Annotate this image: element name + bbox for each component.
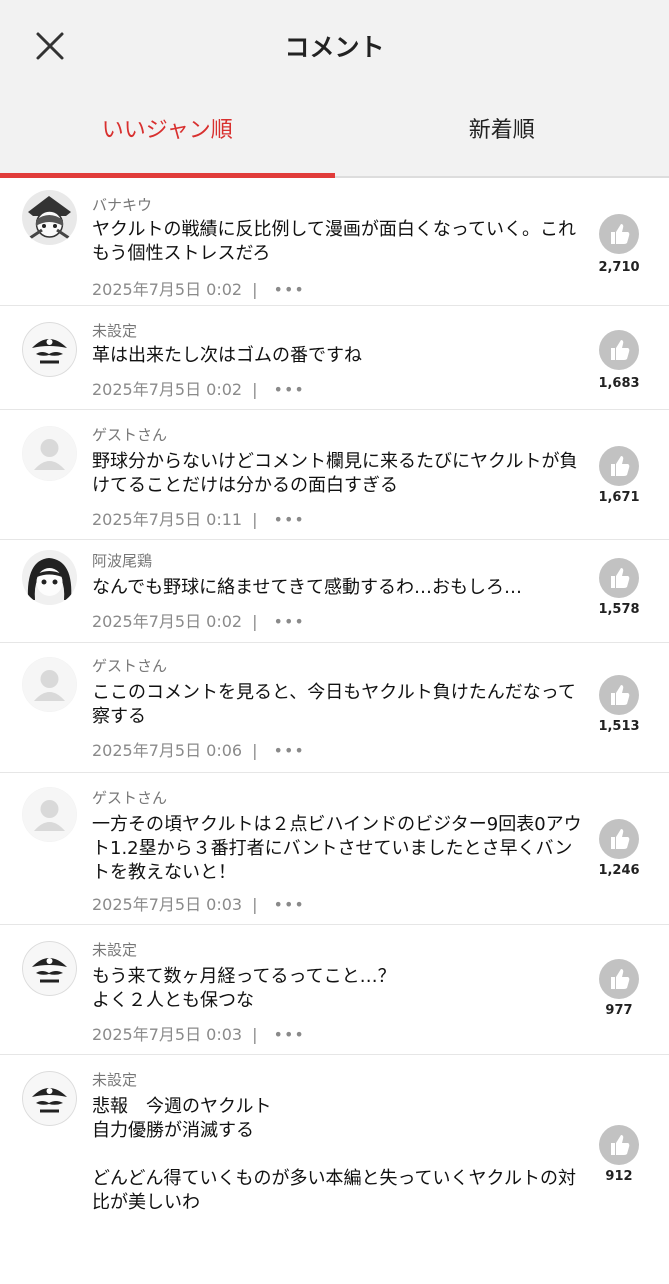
meta-separator: | — [252, 380, 257, 399]
top-bar: コメント — [0, 0, 669, 90]
like-count: 1,246 — [593, 863, 645, 878]
user-avatar[interactable] — [22, 426, 77, 481]
comment-date: 2025年7月5日 0:03 — [92, 895, 242, 914]
like-button[interactable] — [599, 675, 639, 715]
comment-meta: 2025年7月5日 0:03 | ••• — [92, 1021, 305, 1045]
comment-text: もう来て数ヶ月経ってるってこと…？ よく２人とも保つな — [92, 965, 587, 1013]
comment-date: 2025年7月5日 0:02 — [92, 380, 242, 399]
meta-separator: | — [252, 895, 257, 914]
comment-text: 一方その頃ヤクルトは２点ビハインドのビジター9回表0アウト1.2塁から３番打者に… — [92, 813, 587, 885]
more-options-icon[interactable]: ••• — [274, 1025, 305, 1044]
user-name: 未設定 — [92, 939, 137, 960]
comment-date: 2025年7月5日 0:11 — [92, 510, 242, 529]
comment-item: 未設定 もう来て数ヶ月経ってるってこと…？ よく２人とも保つな 2025年7月5… — [0, 925, 669, 1055]
user-name: ゲストさん — [92, 424, 167, 445]
more-options-icon[interactable]: ••• — [274, 741, 305, 760]
comment-item: バナキウ ヤクルトの戦績に反比例して漫画が面白くなっていく。これもう個性ストレス… — [0, 178, 669, 306]
comment-text: 野球分からないけどコメント欄見に来るたびにヤクルトが負けてることだけは分かるの面… — [92, 450, 587, 498]
sort-tabs: いいジャン順 新着順 — [0, 90, 669, 178]
comment-meta: 2025年7月5日 0:02 | ••• — [92, 608, 305, 632]
more-options-icon[interactable]: ••• — [274, 510, 305, 529]
like-count: 2,710 — [593, 260, 645, 275]
more-options-icon[interactable]: ••• — [274, 280, 305, 299]
user-name: 阿波尾鶏 — [92, 550, 152, 571]
like-count: 1,578 — [593, 602, 645, 617]
comment-text: 革は出来たし次はゴムの番ですね — [92, 344, 587, 368]
user-avatar[interactable] — [22, 657, 77, 712]
like-count: 1,683 — [593, 376, 645, 391]
comment-date: 2025年7月5日 0:02 — [92, 612, 242, 631]
more-options-icon[interactable]: ••• — [274, 612, 305, 631]
more-options-icon[interactable]: ••• — [274, 895, 305, 914]
comment-meta: 2025年7月5日 0:11 | ••• — [92, 506, 305, 530]
comment-meta: 2025年7月5日 0:02 | ••• — [92, 376, 305, 400]
comment-date: 2025年7月5日 0:06 — [92, 741, 242, 760]
user-name: 未設定 — [92, 320, 137, 341]
user-name: バナキウ — [92, 194, 152, 215]
user-avatar[interactable] — [22, 550, 77, 605]
comment-date: 2025年7月5日 0:02 — [92, 280, 242, 299]
like-count: 1,671 — [593, 490, 645, 505]
meta-separator: | — [252, 741, 257, 760]
like-button[interactable] — [599, 1125, 639, 1165]
page-title: コメント — [0, 28, 669, 64]
like-button[interactable] — [599, 819, 639, 859]
like-count: 1,513 — [593, 719, 645, 734]
tab-popular[interactable]: いいジャン順 — [0, 90, 335, 176]
comment-text: なんでも野球に絡ませてきて感動するわ…おもしろ… — [92, 576, 587, 600]
comment-item: ゲストさん ここのコメントを見ると、今日もヤクルト負けたんだなって察する 202… — [0, 643, 669, 773]
comment-date: 2025年7月5日 0:03 — [92, 1025, 242, 1044]
comment-meta: 2025年7月5日 0:03 | ••• — [92, 891, 305, 915]
tab-newest[interactable]: 新着順 — [335, 90, 669, 176]
comment-text: ヤクルトの戦績に反比例して漫画が面白くなっていく。これもう個性ストレスだろ — [92, 218, 587, 266]
comment-meta — [92, 1265, 118, 1284]
comment-list: バナキウ ヤクルトの戦績に反比例して漫画が面白くなっていく。これもう個性ストレス… — [0, 178, 669, 1255]
more-options-icon[interactable]: ••• — [274, 380, 305, 399]
comment-text: 悲報 今週のヤクルト 自力優勝が消滅する どんどん得ていくものが多い本編と失って… — [92, 1095, 587, 1215]
user-name: ゲストさん — [92, 655, 167, 676]
user-avatar[interactable] — [22, 941, 77, 996]
comment-item: 未設定 悲報 今週のヤクルト 自力優勝が消滅する どんどん得ていくものが多い本編… — [0, 1055, 669, 1255]
user-name: ゲストさん — [92, 787, 167, 808]
like-count: 912 — [593, 1169, 645, 1184]
meta-separator: | — [252, 280, 257, 299]
user-avatar[interactable] — [22, 787, 77, 842]
comment-item: 未設定 革は出来たし次はゴムの番ですね 2025年7月5日 0:02 | ••• 1… — [0, 306, 669, 410]
user-name: 未設定 — [92, 1069, 137, 1090]
meta-separator: | — [252, 612, 257, 631]
like-button[interactable] — [599, 446, 639, 486]
meta-separator: | — [252, 1025, 257, 1044]
comment-meta: 2025年7月5日 0:02 | ••• — [92, 276, 305, 300]
user-avatar[interactable] — [22, 190, 77, 245]
like-button[interactable] — [599, 558, 639, 598]
meta-separator: | — [252, 510, 257, 529]
user-avatar[interactable] — [22, 1071, 77, 1126]
like-button[interactable] — [599, 959, 639, 999]
comment-item: 阿波尾鶏 なんでも野球に絡ませてきて感動するわ…おもしろ… 2025年7月5日 … — [0, 540, 669, 643]
user-avatar[interactable] — [22, 322, 77, 377]
comment-meta: 2025年7月5日 0:06 | ••• — [92, 737, 305, 761]
like-button[interactable] — [599, 214, 639, 254]
comment-item: ゲストさん 一方その頃ヤクルトは２点ビハインドのビジター9回表0アウト1.2塁か… — [0, 773, 669, 925]
comment-text: ここのコメントを見ると、今日もヤクルト負けたんだなって察する — [92, 681, 587, 729]
comment-item: ゲストさん 野球分からないけどコメント欄見に来るたびにヤクルトが負けてることだけ… — [0, 410, 669, 540]
like-count: 977 — [593, 1003, 645, 1018]
like-button[interactable] — [599, 330, 639, 370]
